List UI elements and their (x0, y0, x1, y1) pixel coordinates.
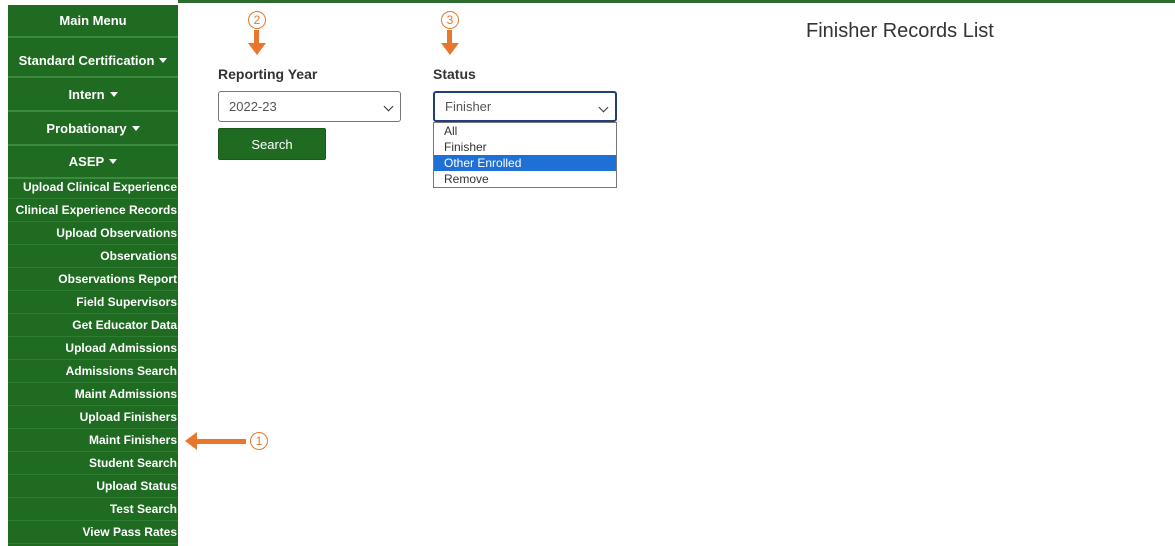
sidebar-item-maint-admissions[interactable]: Maint Admissions (8, 383, 178, 406)
sidebar-item-view-pass-rates[interactable]: View Pass Rates (8, 521, 178, 544)
status-value: Finisher (445, 99, 492, 114)
search-button[interactable]: Search (218, 128, 326, 160)
intern-label: Intern (68, 87, 105, 102)
callout-3-arrow-down-icon (441, 43, 459, 55)
sidebar-item-upload-finishers[interactable]: Upload Finishers (8, 406, 178, 429)
sidebar-item-get-educator-data[interactable]: Get Educator Data (8, 314, 178, 337)
reporting-year-value: 2022-23 (229, 99, 277, 114)
probationary-menu[interactable]: Probationary (8, 113, 178, 146)
sidebar-item-field-supervisors[interactable]: Field Supervisors (8, 291, 178, 314)
callout-2-arrow-shaft (254, 30, 259, 44)
callout-3-badge: 3 (441, 11, 459, 29)
status-label: Status (433, 66, 476, 82)
status-option-other-enrolled[interactable]: Other Enrolled (434, 155, 616, 171)
sidebar-item-observations[interactable]: Observations (8, 245, 178, 268)
chevron-down-icon (598, 102, 609, 113)
asep-submenu: Upload Clinical Experience Clinical Expe… (8, 176, 178, 544)
reporting-year-label: Reporting Year (218, 66, 318, 82)
sidebar-item-test-search[interactable]: Test Search (8, 498, 178, 521)
callout-1-number: 1 (255, 434, 263, 448)
caret-down-icon (131, 126, 140, 131)
status-dropdown-list: All Finisher Other Enrolled Remove (433, 122, 617, 188)
reporting-year-select[interactable]: 2022-23 (218, 91, 401, 122)
sidebar: Main Menu Standard Certification Intern … (8, 5, 178, 546)
callout-3-arrow-shaft (447, 30, 452, 44)
sidebar-item-upload-admissions[interactable]: Upload Admissions (8, 337, 178, 360)
main-menu-button[interactable]: Main Menu (8, 5, 178, 38)
status-option-finisher[interactable]: Finisher (434, 139, 616, 155)
sidebar-item-admissions-search[interactable]: Admissions Search (8, 360, 178, 383)
probationary-label: Probationary (46, 121, 127, 136)
sidebar-item-upload-status[interactable]: Upload Status (8, 475, 178, 498)
sidebar-item-student-search[interactable]: Student Search (8, 452, 178, 475)
caret-down-icon (109, 92, 118, 97)
callout-1-badge: 1 (250, 432, 268, 450)
standard-certification-label: Standard Certification (18, 53, 155, 68)
sidebar-item-upload-observations[interactable]: Upload Observations (8, 222, 178, 245)
callout-1-arrow-shaft (196, 439, 246, 444)
callout-2-arrow-down-icon (248, 43, 266, 55)
chevron-down-icon (383, 101, 394, 112)
status-option-remove[interactable]: Remove (434, 171, 616, 187)
sidebar-item-clinical-experience-records[interactable]: Clinical Experience Records (8, 199, 178, 222)
callout-2-number: 2 (253, 13, 261, 27)
caret-down-icon (159, 58, 168, 63)
intern-menu[interactable]: Intern (8, 79, 178, 112)
sidebar-item-maint-finishers[interactable]: Maint Finishers (8, 429, 178, 452)
sidebar-item-observations-report[interactable]: Observations Report (8, 268, 178, 291)
top-rule (178, 0, 1175, 3)
standard-certification-menu[interactable]: Standard Certification (8, 45, 178, 78)
search-button-label: Search (251, 136, 293, 152)
asep-menu[interactable]: ASEP (8, 146, 178, 179)
status-option-all[interactable]: All (434, 123, 616, 139)
status-select[interactable]: Finisher (433, 91, 617, 122)
main-menu-label: Main Menu (59, 13, 127, 28)
asep-label: ASEP (68, 154, 105, 169)
caret-down-icon (109, 159, 118, 164)
sidebar-item-upload-clinical-experience[interactable]: Upload Clinical Experience (8, 176, 178, 199)
page-title: Finisher Records List (806, 20, 994, 42)
callout-3-number: 3 (446, 13, 454, 27)
callout-2-badge: 2 (248, 11, 266, 29)
